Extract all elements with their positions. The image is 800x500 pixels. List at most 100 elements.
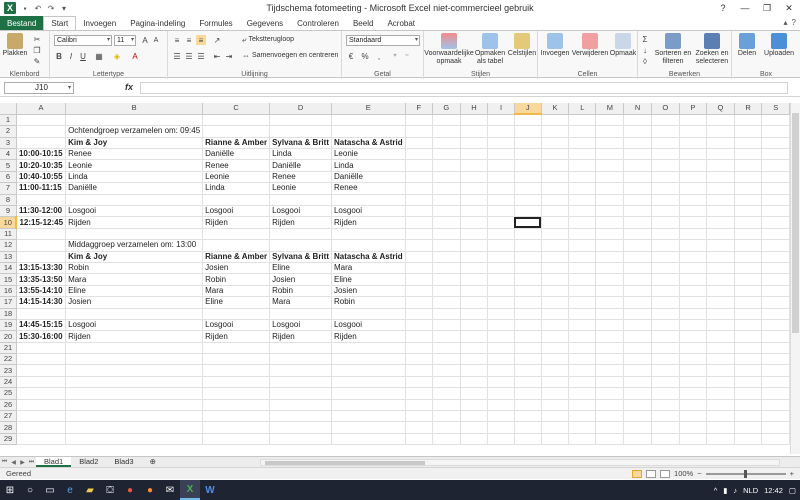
cell[interactable] — [269, 421, 332, 434]
zoom-level[interactable]: 100% — [674, 469, 693, 478]
cell[interactable] — [706, 159, 735, 172]
cell[interactable]: Rijden — [269, 330, 332, 343]
cell[interactable] — [568, 410, 597, 423]
cell[interactable] — [568, 137, 597, 150]
cell[interactable] — [568, 399, 597, 412]
cell[interactable] — [460, 353, 489, 366]
page-layout-view-button[interactable] — [646, 469, 657, 478]
page-break-view-button[interactable] — [660, 469, 671, 478]
cell[interactable] — [405, 182, 433, 195]
cell[interactable] — [595, 182, 625, 195]
tab-pagina-indeling[interactable]: Pagina-indeling — [123, 16, 192, 30]
cell[interactable]: Robin — [202, 273, 271, 286]
cell[interactable] — [734, 342, 763, 355]
cell[interactable] — [432, 239, 461, 252]
cell[interactable] — [623, 433, 652, 446]
cell[interactable] — [202, 194, 271, 207]
prev-sheet-icon[interactable]: ◀ — [9, 459, 18, 466]
cell[interactable] — [679, 137, 708, 150]
cell-styles-button[interactable]: Celstijlen — [508, 33, 536, 58]
cell[interactable] — [568, 205, 597, 218]
cell[interactable] — [541, 342, 570, 355]
cell[interactable] — [405, 330, 433, 343]
cell[interactable] — [734, 399, 763, 412]
cell[interactable] — [514, 376, 542, 389]
cell[interactable] — [623, 159, 652, 172]
cell[interactable] — [651, 364, 680, 377]
cell[interactable] — [595, 376, 625, 389]
cell[interactable] — [568, 285, 597, 298]
format-as-table-button[interactable]: Opmaken als tabel — [474, 33, 506, 66]
column-header[interactable]: S — [761, 103, 790, 115]
cell[interactable] — [432, 148, 461, 161]
cell[interactable] — [65, 194, 204, 207]
cell[interactable] — [514, 433, 542, 446]
cell[interactable] — [460, 239, 489, 252]
cell[interactable] — [595, 114, 625, 127]
font-name-select[interactable]: Calibri — [54, 35, 112, 46]
cell[interactable] — [541, 410, 570, 423]
cell[interactable] — [541, 273, 570, 286]
row-header[interactable]: 5 — [0, 159, 17, 172]
cell[interactable] — [595, 159, 625, 172]
increase-decimal-icon[interactable]: ⁺ — [390, 51, 400, 61]
upload-button[interactable]: Uploaden — [762, 33, 796, 58]
cell[interactable] — [405, 387, 433, 400]
cell[interactable] — [202, 410, 271, 423]
cell[interactable] — [514, 171, 542, 184]
cell[interactable]: Middaggroep verzamelen om: 13:00 — [65, 239, 204, 252]
cell[interactable] — [460, 387, 489, 400]
cell[interactable] — [568, 262, 597, 275]
cell[interactable]: Linda — [269, 148, 332, 161]
row-header[interactable]: 27 — [0, 410, 17, 423]
cell[interactable] — [568, 239, 597, 252]
cell[interactable] — [405, 433, 433, 446]
row-header[interactable]: 1 — [0, 114, 17, 127]
cell[interactable] — [331, 114, 406, 127]
column-header[interactable]: O — [651, 103, 680, 115]
cell[interactable] — [405, 262, 433, 275]
cell[interactable] — [679, 216, 708, 229]
cell[interactable] — [541, 125, 570, 138]
column-header[interactable]: M — [595, 103, 625, 115]
cell[interactable] — [487, 387, 515, 400]
word-taskbar-icon[interactable]: W — [200, 480, 220, 500]
cell[interactable] — [405, 239, 433, 252]
cell[interactable] — [16, 399, 67, 412]
cell[interactable] — [623, 194, 652, 207]
cell[interactable] — [679, 376, 708, 389]
cell[interactable] — [269, 308, 332, 320]
cell[interactable] — [568, 308, 597, 320]
cell[interactable] — [679, 330, 708, 343]
cell[interactable] — [623, 319, 652, 332]
cell[interactable] — [269, 433, 332, 446]
cell[interactable] — [432, 216, 461, 229]
cell[interactable] — [460, 262, 489, 275]
cell[interactable] — [595, 148, 625, 161]
cell[interactable] — [679, 159, 708, 172]
cell[interactable] — [595, 262, 625, 275]
column-header[interactable]: C — [202, 103, 271, 115]
cell[interactable] — [16, 387, 67, 400]
cell[interactable] — [651, 342, 680, 355]
cell[interactable] — [651, 296, 680, 309]
cell[interactable] — [623, 148, 652, 161]
cell[interactable] — [734, 353, 763, 366]
row-header[interactable]: 25 — [0, 387, 17, 400]
cell[interactable] — [432, 137, 461, 150]
cell[interactable] — [761, 342, 790, 355]
cell[interactable] — [460, 399, 489, 412]
tab-start[interactable]: Start — [43, 16, 77, 30]
cell[interactable] — [541, 330, 570, 343]
cell[interactable] — [679, 399, 708, 412]
cell[interactable] — [595, 285, 625, 298]
cell[interactable] — [487, 228, 515, 241]
cell[interactable] — [761, 114, 790, 127]
align-left-icon[interactable]: ☰ — [172, 51, 182, 61]
cell[interactable] — [761, 387, 790, 400]
cell[interactable] — [65, 114, 204, 127]
delete-cells-button[interactable]: Verwijderen — [572, 33, 608, 58]
cell[interactable]: Eline — [331, 273, 406, 286]
cell[interactable] — [595, 251, 625, 263]
cell[interactable] — [595, 433, 625, 446]
